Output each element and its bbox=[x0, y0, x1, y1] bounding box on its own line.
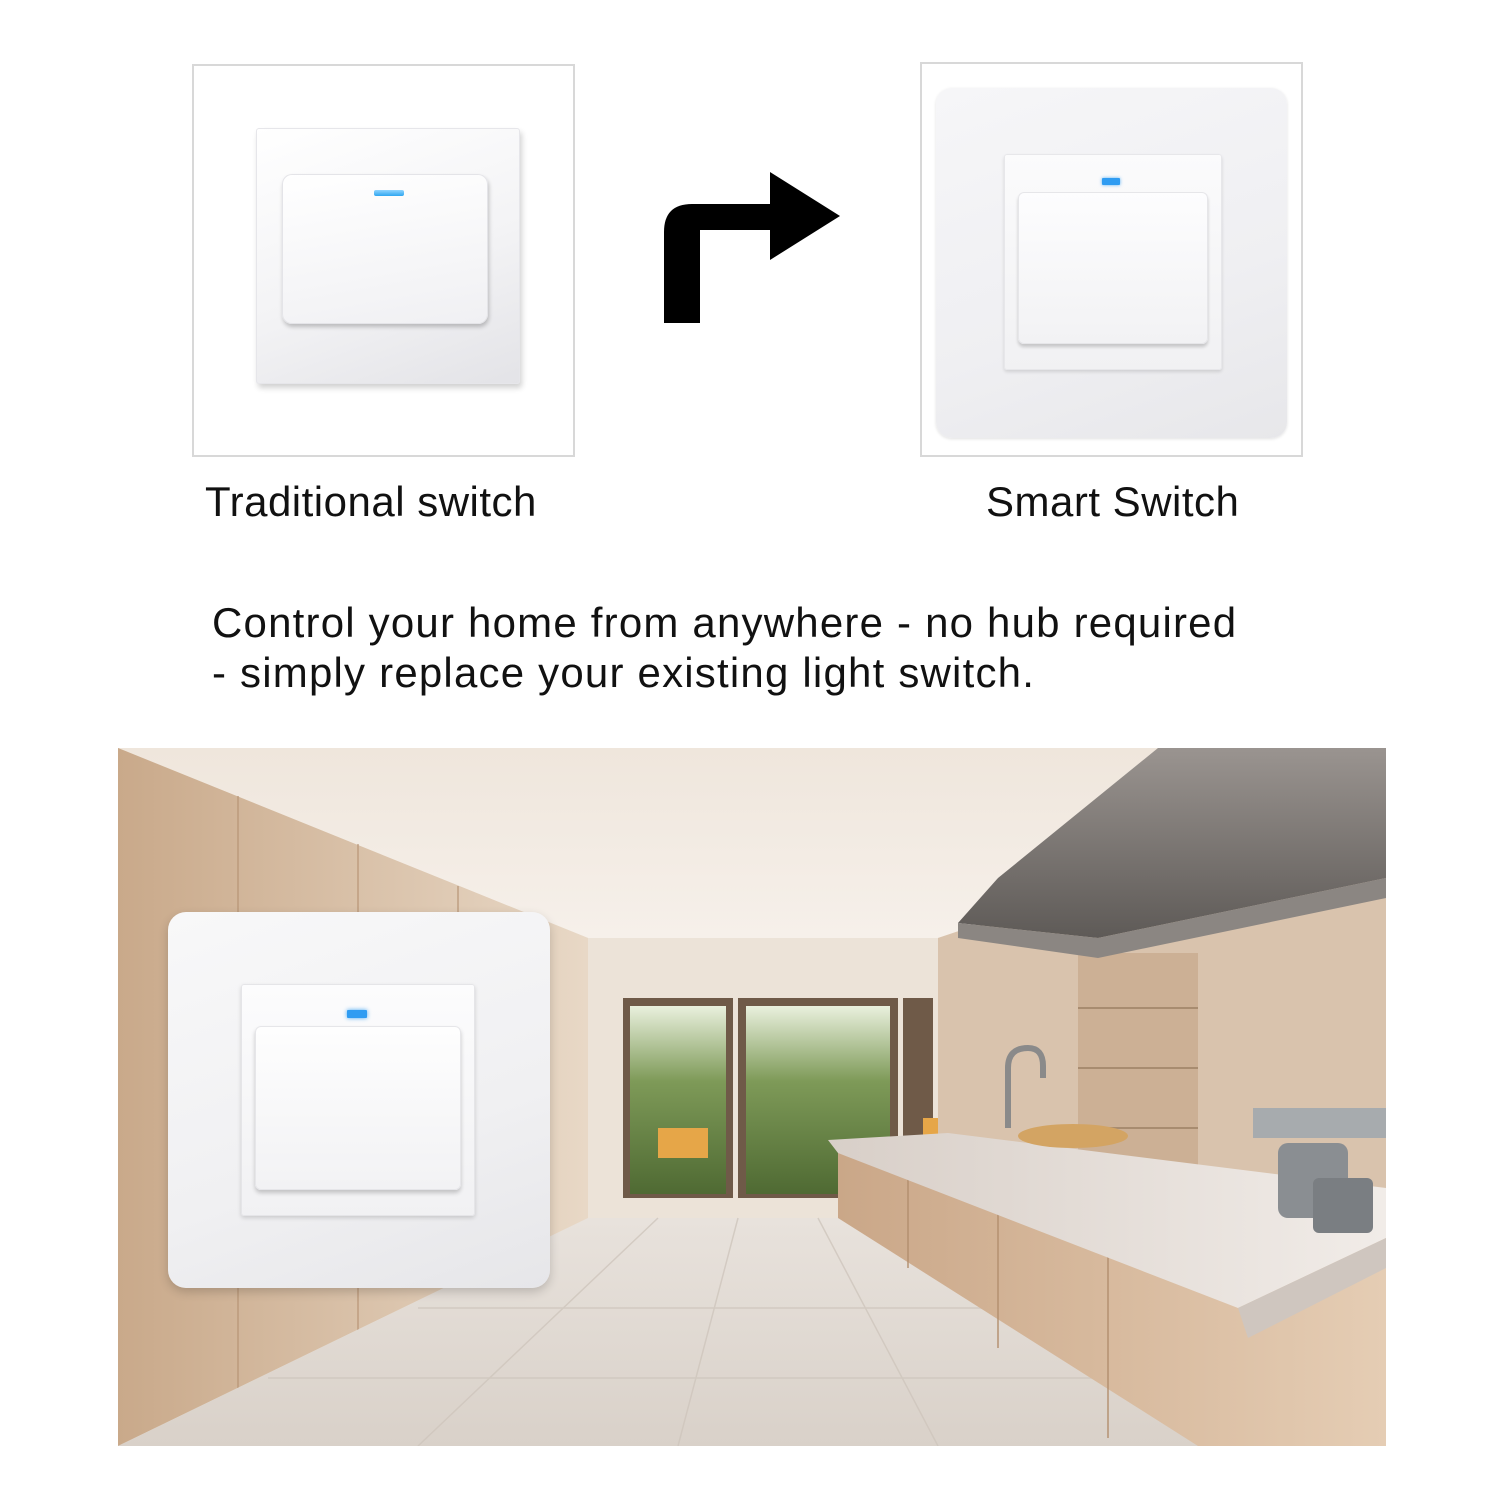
smart-switch-plate bbox=[936, 88, 1287, 438]
turn-right-arrow-icon bbox=[664, 172, 840, 323]
smart-switch-overlay-rocker bbox=[255, 1026, 461, 1190]
traditional-switch-indicator bbox=[374, 190, 404, 196]
product-page: Traditional switch Smart Switch Control … bbox=[0, 0, 1500, 1500]
smart-switch-caption: Smart Switch bbox=[986, 478, 1240, 525]
smart-switch-frame bbox=[920, 62, 1303, 457]
smart-switch-overlay-indicator bbox=[347, 1010, 367, 1018]
tagline-line-1: Control your home from anywhere - no hub… bbox=[212, 599, 1238, 646]
traditional-switch-plate bbox=[256, 128, 520, 384]
traditional-switch-frame bbox=[192, 64, 575, 457]
smart-switch-overlay-frame bbox=[241, 984, 475, 1216]
smart-switch-rocker bbox=[1018, 192, 1208, 344]
smart-switch-frame-inner bbox=[1004, 154, 1222, 370]
smart-switch-indicator bbox=[1102, 178, 1120, 185]
traditional-switch-caption: Traditional switch bbox=[205, 478, 537, 525]
kitchen-scene-photo bbox=[118, 748, 1386, 1446]
smart-switch-overlay-plate bbox=[168, 912, 550, 1288]
tagline-line-2: - simply replace your existing light swi… bbox=[212, 649, 1036, 696]
traditional-switch-rocker bbox=[282, 174, 488, 324]
tagline: Control your home from anywhere - no hub… bbox=[212, 598, 1332, 698]
